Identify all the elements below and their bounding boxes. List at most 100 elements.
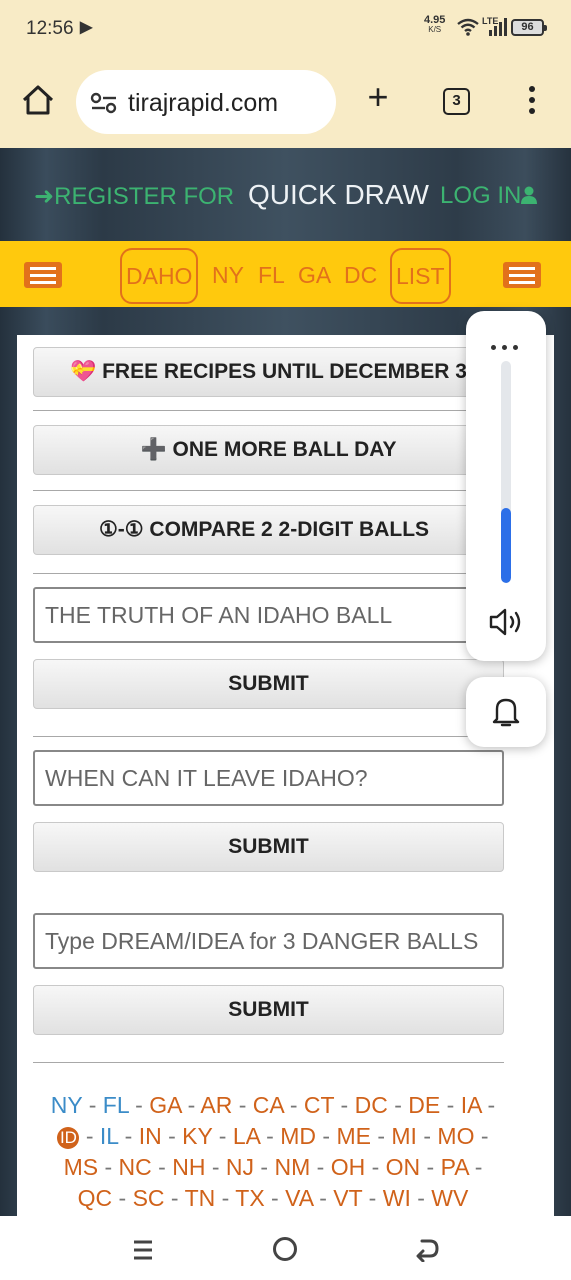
- network-speed: 4.95 K/S: [424, 15, 445, 35]
- right-menu-icon[interactable]: [503, 262, 541, 288]
- state-link[interactable]: GA: [149, 1092, 181, 1118]
- state-link[interactable]: NJ: [226, 1154, 254, 1180]
- state-link[interactable]: CT: [304, 1092, 334, 1118]
- login-label[interactable]: LOG IN: [440, 182, 521, 209]
- back-icon[interactable]: [414, 1236, 440, 1262]
- state-links: NY - FL - GA - AR - CA - CT - DC - DE - …: [38, 1090, 508, 1214]
- state-link[interactable]: NY: [51, 1092, 83, 1118]
- nav-list-tab[interactable]: LIST: [390, 248, 451, 304]
- divider: [33, 736, 504, 737]
- network-speed-unit: K/S: [428, 25, 442, 34]
- state-link[interactable]: TN: [185, 1185, 216, 1211]
- new-tab-button[interactable]: +: [362, 79, 394, 115]
- cell-signal-icon: LTE: [482, 16, 508, 43]
- status-time: 12:56: [26, 18, 74, 39]
- left-menu-icon[interactable]: [24, 262, 62, 288]
- volume-panel: [466, 311, 546, 661]
- nav-state-ny[interactable]: NY: [212, 262, 244, 289]
- state-nav-bar: DAHO NY FL GA DC LIST: [0, 241, 571, 307]
- state-link[interactable]: VA: [285, 1185, 313, 1211]
- state-link[interactable]: IA: [461, 1092, 481, 1118]
- state-link[interactable]: WI: [383, 1185, 411, 1211]
- truth-input[interactable]: [33, 587, 504, 643]
- volume-slider[interactable]: [501, 361, 511, 583]
- state-link[interactable]: NM: [274, 1154, 310, 1180]
- submit-button-2[interactable]: SUBMIT: [33, 822, 504, 872]
- state-link[interactable]: IN: [139, 1123, 162, 1149]
- divider: [33, 410, 504, 411]
- tab-switcher-button[interactable]: 3: [443, 88, 470, 115]
- state-link[interactable]: FL: [103, 1092, 129, 1118]
- home-icon[interactable]: [20, 82, 56, 118]
- state-link[interactable]: NH: [172, 1154, 205, 1180]
- volume-level-fill: [501, 507, 511, 583]
- nav-state-fl[interactable]: FL: [258, 262, 285, 289]
- gift-heart-icon: 💝: [70, 360, 97, 383]
- state-link[interactable]: VT: [333, 1185, 362, 1211]
- submit-button-3[interactable]: SUBMIT: [33, 985, 504, 1035]
- state-link[interactable]: IL: [100, 1123, 118, 1149]
- site-settings-icon[interactable]: [90, 92, 118, 114]
- state-links-line-1: NY - FL - GA - AR - CA - CT - DC - DE - …: [50, 1092, 496, 1118]
- state-link[interactable]: KY: [182, 1123, 212, 1149]
- wifi-icon: [457, 18, 479, 36]
- bell-icon[interactable]: [492, 695, 520, 729]
- browser-menu-icon[interactable]: [524, 84, 540, 120]
- state-link[interactable]: DC: [355, 1092, 388, 1118]
- speaker-icon[interactable]: [488, 607, 524, 637]
- state-link[interactable]: SC: [133, 1185, 165, 1211]
- login-link[interactable]: LOG IN: [440, 182, 538, 210]
- state-link[interactable]: NC: [119, 1154, 152, 1180]
- more-options-icon[interactable]: [488, 337, 524, 350]
- state-links-line-2: ID - IL - IN - KY - LA - MD - ME - MI - …: [38, 1121, 508, 1152]
- one-more-ball-button[interactable]: ➕ ONE MORE BALL DAY: [33, 425, 504, 475]
- system-nav-bar: [0, 1216, 571, 1280]
- free-recipes-label[interactable]: FREE RECIPES UNTIL DECEMBER 3: [102, 360, 467, 383]
- url-text[interactable]: tirajrapid.com: [128, 89, 278, 118]
- divider: [33, 490, 504, 491]
- media-play-icon: ▶: [80, 19, 93, 36]
- state-link[interactable]: PA: [441, 1154, 469, 1180]
- state-links-line-4: QC - SC - TN - TX - VA - VT - WI - WV: [77, 1185, 469, 1211]
- dream-input[interactable]: [33, 913, 504, 969]
- state-link[interactable]: CA: [253, 1092, 284, 1118]
- network-type: LTE: [482, 16, 499, 26]
- state-link[interactable]: OH: [331, 1154, 366, 1180]
- one-more-ball-label[interactable]: ONE MORE BALL DAY: [172, 438, 396, 461]
- nav-state-ga[interactable]: GA: [298, 262, 331, 289]
- home-nav-icon[interactable]: [273, 1237, 297, 1261]
- nav-idaho-tab[interactable]: DAHO: [120, 248, 199, 304]
- state-link[interactable]: TX: [235, 1185, 264, 1211]
- state-links-line-3: MS - NC - NH - NJ - NM - OH - ON - PA -: [63, 1154, 483, 1180]
- state-link[interactable]: AR: [200, 1092, 232, 1118]
- state-link[interactable]: QC: [78, 1185, 113, 1211]
- address-bar[interactable]: tirajrapid.com: [76, 70, 336, 134]
- free-recipes-button[interactable]: 💝 FREE RECIPES UNTIL DECEMBER 3: [33, 347, 504, 397]
- nav-state-dc[interactable]: DC: [344, 262, 377, 289]
- compare-button[interactable]: ①-① COMPARE 2 2-DIGIT BALLS: [33, 505, 495, 555]
- leave-idaho-input[interactable]: [33, 750, 504, 806]
- recent-apps-icon[interactable]: [132, 1238, 154, 1262]
- state-link[interactable]: MD: [280, 1123, 316, 1149]
- state-link[interactable]: MO: [437, 1123, 474, 1149]
- state-link[interactable]: MS: [64, 1154, 99, 1180]
- user-icon: [521, 186, 538, 204]
- browser-toolbar: tirajrapid.com + 3: [0, 56, 571, 148]
- site-title: QUICK DRAW: [248, 179, 429, 210]
- submit-button-1[interactable]: SUBMIT: [33, 659, 504, 709]
- state-link[interactable]: DE: [408, 1092, 440, 1118]
- state-link[interactable]: ON: [386, 1154, 421, 1180]
- divider: [33, 573, 504, 574]
- site-header: ➜REGISTER FOR QUICK DRAW LOG IN: [0, 148, 571, 241]
- state-link[interactable]: ME: [336, 1123, 371, 1149]
- plus-icon: ➕: [140, 438, 167, 461]
- state-link[interactable]: WV: [431, 1185, 468, 1211]
- register-link[interactable]: ➜REGISTER FOR: [34, 182, 234, 211]
- status-bar: 12:56 ▶ 4.95 K/S LTE 96: [0, 0, 571, 56]
- register-label[interactable]: REGISTER FOR: [54, 183, 234, 210]
- state-link[interactable]: MI: [391, 1123, 417, 1149]
- notification-sound-panel: [466, 677, 546, 747]
- current-state-badge: ID: [57, 1126, 80, 1149]
- state-link[interactable]: LA: [233, 1123, 260, 1149]
- battery-icon: 96: [511, 19, 547, 36]
